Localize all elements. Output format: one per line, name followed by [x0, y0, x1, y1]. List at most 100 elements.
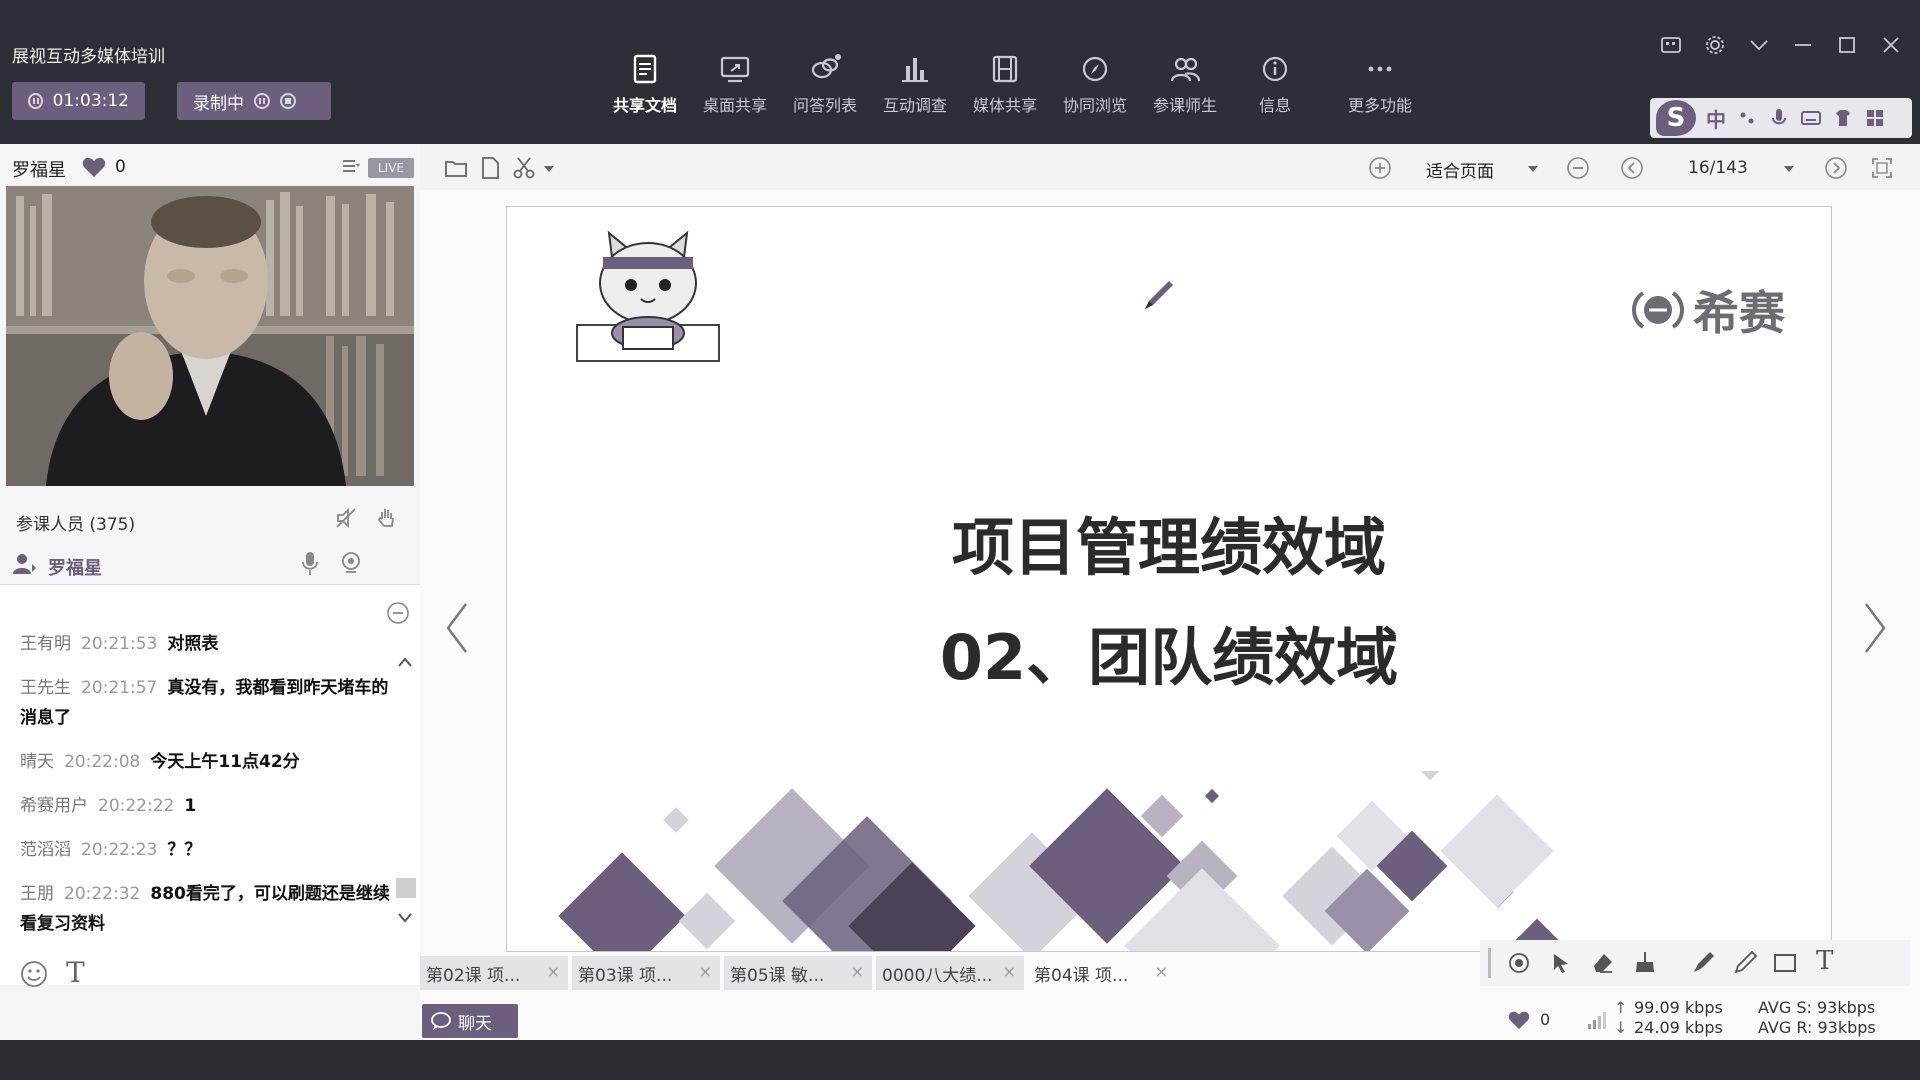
avg-receive-rate: AVG R: 93kbps — [1758, 1018, 1876, 1037]
settings-gear-icon[interactable] — [1704, 34, 1726, 56]
tab-close-icon[interactable]: × — [1003, 962, 1016, 981]
presenter-video — [6, 186, 414, 486]
fit-dropdown-icon[interactable] — [1528, 166, 1538, 172]
skin-shirt-icon[interactable] — [1832, 107, 1854, 129]
heart-icon[interactable] — [82, 156, 106, 178]
close-icon[interactable] — [1880, 34, 1902, 56]
chat-message: 范滔滔 20:22:23 ？？ — [20, 835, 390, 865]
apps-grid-icon[interactable] — [1864, 107, 1886, 129]
document-icon — [633, 54, 657, 84]
record-stop-icon[interactable] — [280, 93, 296, 109]
heart-icon[interactable] — [1508, 1010, 1530, 1030]
page-dropdown-icon[interactable] — [1784, 166, 1794, 172]
tool-desktop-share[interactable]: 桌面共享 — [690, 52, 780, 124]
doc-tab[interactable]: 0000八大绩... × — [876, 956, 1024, 990]
tool-share-document[interactable]: 共享文档 — [600, 52, 690, 124]
scissors-dropdown-icon[interactable] — [544, 166, 554, 172]
chat-time: 20:22:08 — [64, 752, 141, 772]
record-pause-icon[interactable] — [254, 93, 270, 109]
chevron-down-icon[interactable] — [1748, 34, 1770, 56]
window-controls — [1660, 34, 1902, 56]
scroll-down-icon[interactable] — [396, 908, 414, 926]
chat-message: 王有明 20:21:53 对照表 — [20, 629, 390, 659]
microphone-icon[interactable] — [1768, 107, 1790, 129]
slide-next-arrow-icon[interactable] — [1860, 600, 1890, 656]
tool-co-browse[interactable]: 协同浏览 — [1050, 52, 1140, 124]
tool-label: 问答列表 — [792, 96, 857, 115]
scrollbar-thumb[interactable] — [396, 878, 416, 898]
emoji-icon[interactable] — [20, 960, 48, 988]
punctuation-icon[interactable] — [1736, 107, 1758, 129]
file-icon[interactable] — [478, 156, 502, 180]
maximize-icon[interactable] — [1836, 34, 1858, 56]
doc-tab[interactable]: 第02课 项... × — [420, 956, 568, 990]
tab-close-icon[interactable]: × — [699, 962, 712, 981]
network-stats: 0 ↑ ↓ 99.09 kbps 24.09 kbps AVG S: 93kbp… — [1490, 996, 1920, 1040]
scissors-icon[interactable] — [512, 156, 536, 180]
rectangle-icon[interactable] — [1772, 950, 1798, 976]
microphone-icon[interactable] — [300, 550, 320, 576]
fullscreen-icon[interactable] — [1870, 156, 1894, 180]
text-format-icon[interactable]: T — [66, 956, 85, 989]
title-bar: 展视互动多媒体培训 01:03:12 录制中 共享文档 桌面共享 问答列表 互动… — [0, 0, 1920, 144]
tool-qa-list[interactable]: 问答列表 — [780, 52, 870, 124]
like-count: 0 — [115, 157, 126, 177]
chat-toggle-button[interactable]: 聊天 — [422, 1004, 518, 1038]
next-page-icon[interactable] — [1824, 156, 1848, 180]
tool-label: 共享文档 — [612, 96, 677, 115]
tool-participants[interactable]: 参课师生 — [1140, 52, 1230, 124]
page-indicator[interactable]: 16/143 — [1688, 158, 1748, 178]
raise-hand-icon[interactable] — [375, 506, 399, 530]
laser-pointer-icon[interactable] — [1506, 950, 1532, 976]
minimize-icon[interactable] — [1792, 34, 1814, 56]
scroll-up-icon[interactable] — [396, 654, 414, 672]
clear-broom-icon[interactable] — [1632, 950, 1658, 976]
toolbar-handle[interactable] — [1488, 948, 1491, 978]
zoom-in-icon[interactable] — [1368, 156, 1392, 180]
compass-icon — [1082, 56, 1108, 82]
list-menu-icon[interactable] — [342, 158, 360, 174]
pencil-icon[interactable] — [1732, 950, 1758, 976]
ime-language[interactable]: 中 — [1706, 104, 1726, 133]
tab-close-icon[interactable]: × — [1155, 962, 1168, 981]
recording-status[interactable]: 录制中 — [177, 82, 331, 120]
annotation-toolbar: T — [1480, 940, 1910, 986]
session-timer[interactable]: 01:03:12 — [12, 82, 145, 120]
ime-toolbar[interactable]: S 中 — [1650, 98, 1912, 138]
slide-subtitle: 02、团队绩效域 — [939, 621, 1399, 694]
chat-message: 王先生 20:21:57 真没有，我都看到昨天堵车的消息了 — [20, 673, 390, 733]
collapse-icon[interactable] — [386, 601, 410, 625]
folder-icon[interactable] — [444, 156, 468, 180]
chat-bubble-icon — [431, 1012, 451, 1030]
layout-icon[interactable] — [1660, 34, 1682, 56]
tool-info[interactable]: 信息 — [1230, 52, 1320, 124]
fit-mode-select[interactable]: 适合页面 — [1426, 157, 1494, 182]
media-film-icon — [992, 55, 1018, 83]
prev-page-icon[interactable] — [1620, 156, 1644, 180]
keyboard-icon[interactable] — [1800, 107, 1822, 129]
mute-all-icon[interactable] — [334, 506, 358, 530]
camera-icon[interactable] — [338, 550, 364, 576]
sogou-logo-icon[interactable]: S — [1656, 100, 1696, 136]
eraser-icon[interactable] — [1590, 950, 1616, 976]
doc-tab-label: 第03课 项... — [578, 965, 673, 986]
tool-survey[interactable]: 互动调查 — [870, 52, 960, 124]
tool-label: 参课师生 — [1152, 96, 1217, 115]
people-icon — [1170, 57, 1201, 82]
tool-media-share[interactable]: 媒体共享 — [960, 52, 1050, 124]
cat-mascot-icon — [576, 230, 720, 362]
chat-sender: 晴天 — [20, 752, 54, 772]
cursor-icon[interactable] — [1548, 950, 1574, 976]
slide-prev-arrow-icon[interactable] — [442, 600, 472, 656]
text-tool-icon[interactable]: T — [1816, 946, 1833, 976]
participant-count[interactable]: 参课人员 (375) — [16, 510, 135, 535]
tool-more[interactable]: 更多功能 — [1335, 52, 1425, 124]
doc-tab[interactable]: 第03课 项... × — [572, 956, 720, 990]
tab-close-icon[interactable]: × — [851, 962, 864, 981]
tab-close-icon[interactable]: × — [547, 962, 560, 981]
doc-tab[interactable]: 第05课 敏... × — [724, 956, 872, 990]
highlighter-icon[interactable] — [1690, 950, 1716, 976]
chat-time: 20:21:53 — [81, 634, 158, 654]
doc-tab-active[interactable]: 第04课 项... × — [1028, 956, 1176, 990]
zoom-out-icon[interactable] — [1566, 156, 1590, 180]
